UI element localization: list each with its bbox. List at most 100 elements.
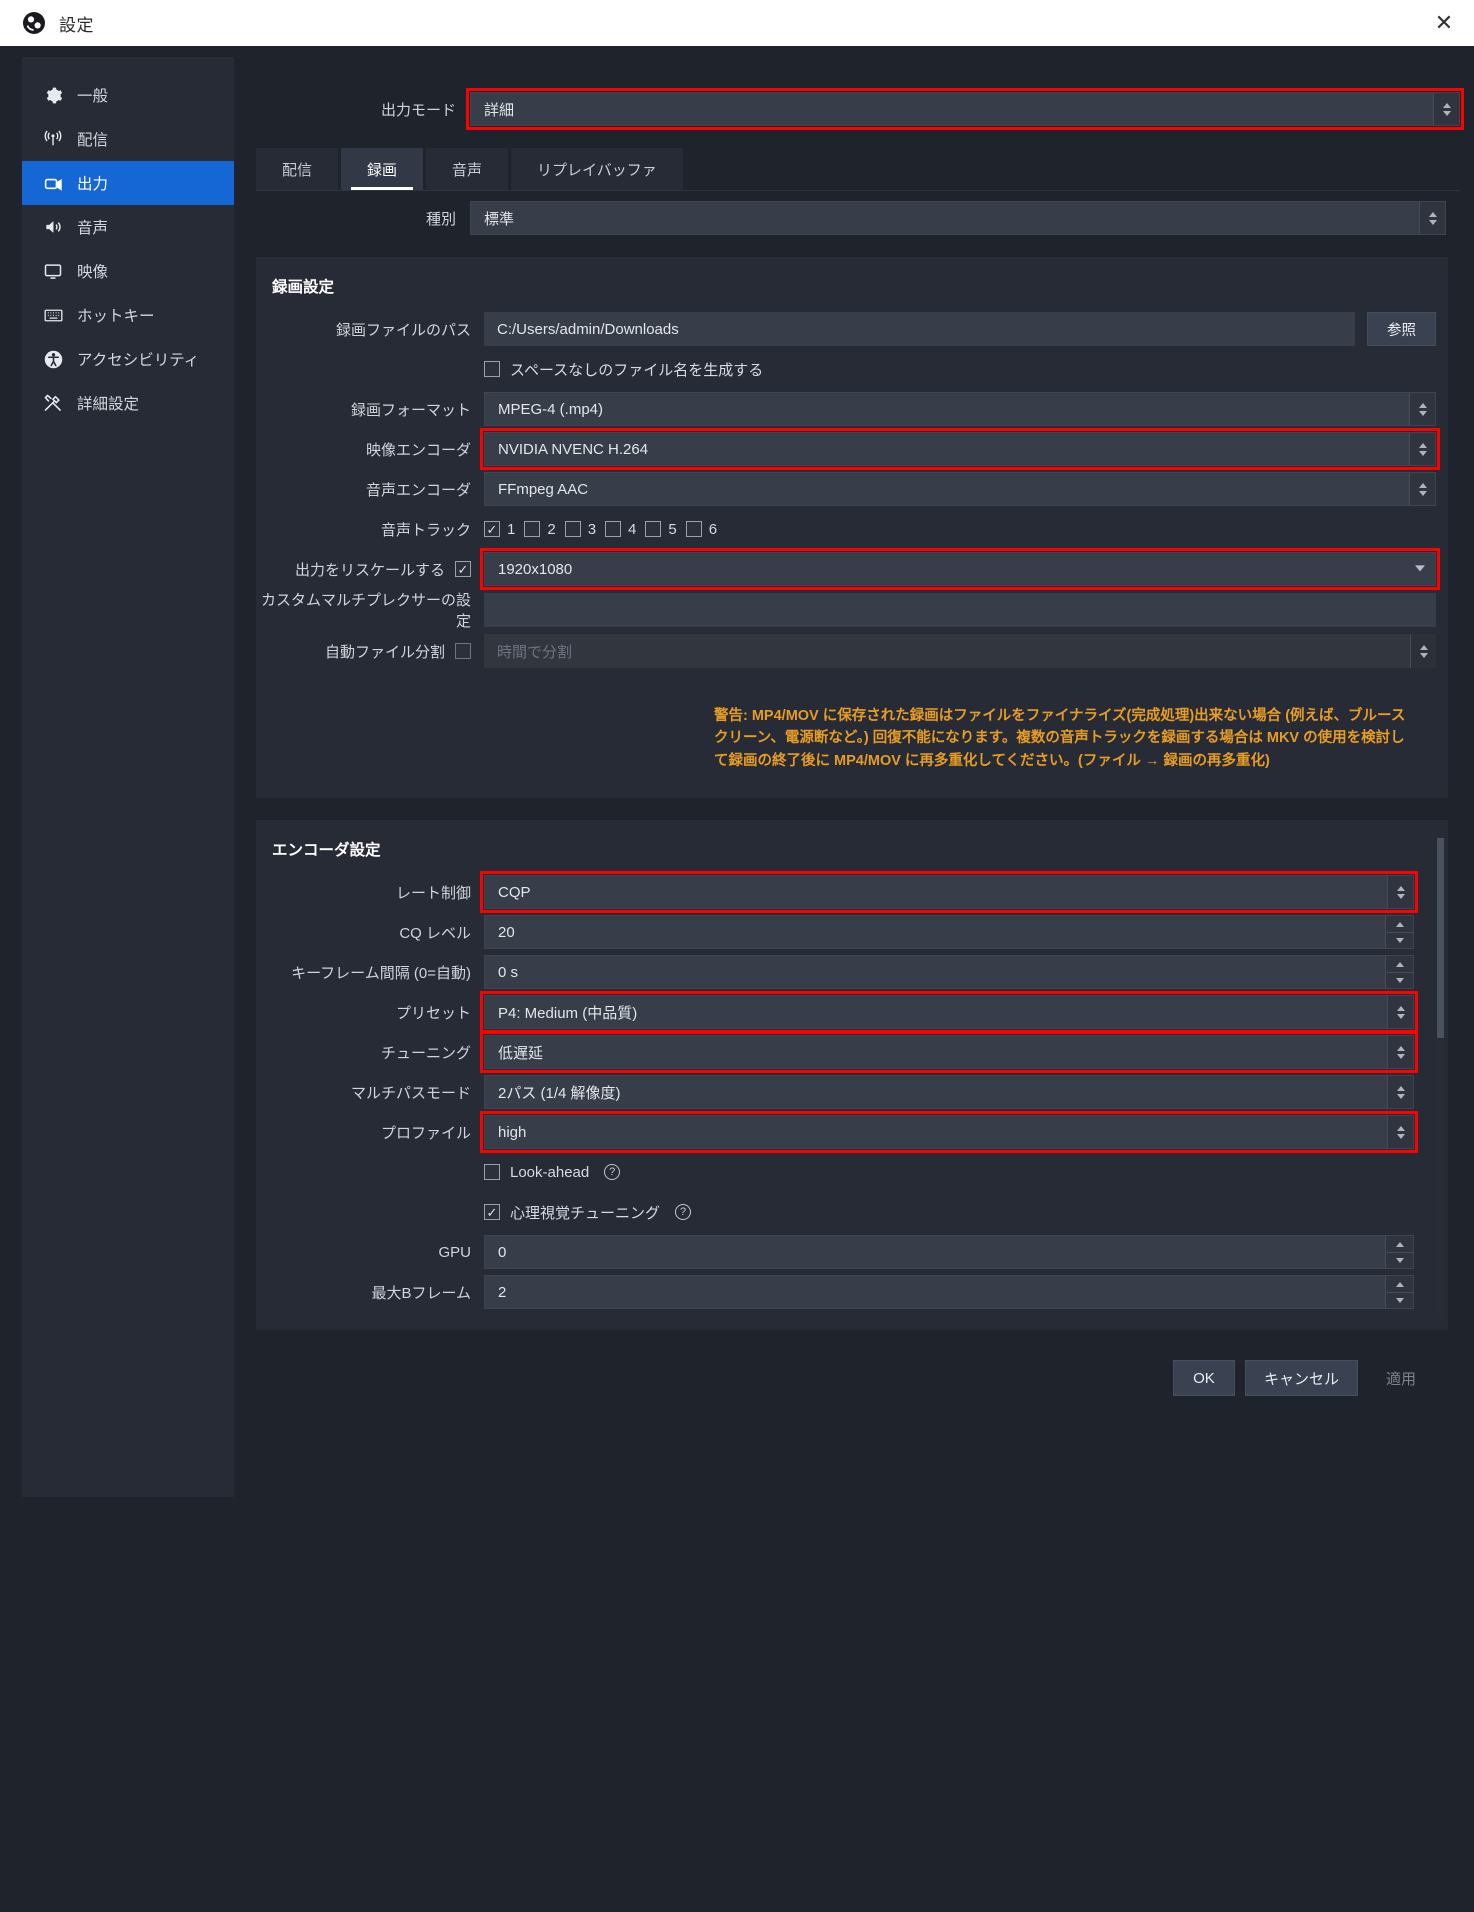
spin-buttons-icon[interactable] <box>1385 956 1413 989</box>
rate-control-select[interactable]: CQP <box>480 871 1418 914</box>
sidebar-item-audio[interactable]: 音声 <box>22 205 234 249</box>
sidebar-item-label: 一般 <box>77 88 109 105</box>
spin-buttons-icon[interactable] <box>1385 916 1413 949</box>
sidebar-item-general[interactable]: 一般 <box>22 73 234 117</box>
checkbox-icon[interactable] <box>484 1204 500 1221</box>
sidebar-item-output[interactable]: 出力 <box>22 161 234 205</box>
sidebar-item-stream[interactable]: 配信 <box>22 117 234 161</box>
spinner-arrows-icon[interactable] <box>1387 1076 1413 1109</box>
encoder-scrollbar[interactable] <box>1437 838 1444 1319</box>
checkbox-icon[interactable] <box>484 361 500 377</box>
close-icon[interactable]: ✕ <box>1414 0 1474 46</box>
audio-track-6[interactable]: 6 <box>685 521 717 538</box>
psycho-visual-tuning-label: 心理視覚チューニング <box>510 1204 661 1222</box>
cq-level-label: CQ レベル <box>399 924 471 942</box>
monitor-icon <box>42 260 64 282</box>
tab-recording[interactable]: 録画 <box>341 148 424 190</box>
audio-track-5[interactable]: 5 <box>645 521 677 538</box>
max-b-frames-input[interactable]: 2 <box>484 1275 1414 1310</box>
gpu-input[interactable]: 0 <box>484 1235 1414 1270</box>
checkbox-icon[interactable] <box>685 521 702 537</box>
recording-format-select[interactable]: MPEG-4 (.mp4) <box>484 392 1436 426</box>
audio-track-3[interactable]: 3 <box>564 521 596 538</box>
output-mode-select[interactable]: 詳細 <box>466 88 1464 130</box>
sidebar-item-advanced[interactable]: 詳細設定 <box>22 381 234 425</box>
recording-kind-select[interactable]: 標準 <box>470 201 1446 235</box>
encoder-scrollbar-thumb[interactable] <box>1437 838 1444 1039</box>
spinner-arrows-icon[interactable] <box>1419 202 1445 234</box>
tab-stream[interactable]: 配信 <box>256 148 339 190</box>
cq-level-row: CQ レベル 20 <box>256 912 1426 952</box>
checkbox-icon[interactable] <box>484 1164 500 1181</box>
spin-buttons-icon[interactable] <box>1385 1276 1413 1309</box>
tab-label: 配信 <box>282 161 313 179</box>
gpu-value: 0 <box>498 1243 507 1261</box>
broadcast-icon <box>42 128 64 150</box>
checkbox-icon[interactable] <box>524 521 541 537</box>
custom-muxer-input[interactable] <box>484 593 1436 627</box>
checkbox-icon[interactable] <box>564 521 581 537</box>
settings-content: 出力モード 詳細 配信 録画 音声 リプレイバッファ 種別 標準 録画設定 録画… <box>234 46 1474 1912</box>
ok-button[interactable]: OK <box>1172 1360 1235 1397</box>
spinner-arrows-icon[interactable] <box>1410 634 1436 668</box>
sidebar-item-hotkeys[interactable]: ホットキー <box>22 293 234 337</box>
chevron-down-icon[interactable] <box>1415 565 1425 572</box>
audio-track-label: 4 <box>628 520 637 538</box>
spinner-arrows-icon[interactable] <box>1409 433 1435 465</box>
no-space-filename-checkbox[interactable]: スペースなしのファイル名を生成する <box>484 359 1436 380</box>
recording-format-row: 録画フォーマット MPEG-4 (.mp4) <box>256 389 1448 429</box>
video-encoder-select[interactable]: NVIDIA NVENC H.264 <box>480 428 1440 470</box>
recording-kind-row: 種別 標準 <box>244 201 1460 235</box>
audio-track-1[interactable]: 1 <box>484 521 515 538</box>
tab-audio[interactable]: 音声 <box>426 148 509 190</box>
cq-level-input[interactable]: 20 <box>484 915 1414 950</box>
audio-encoder-select[interactable]: FFmpeg AAC <box>484 472 1436 506</box>
spinner-arrows-icon[interactable] <box>1387 876 1413 909</box>
checkbox-icon[interactable] <box>484 521 500 537</box>
rescale-resolution-select[interactable]: 1920x1080 <box>480 548 1440 590</box>
sidebar-item-video[interactable]: 映像 <box>22 249 234 293</box>
spinner-arrows-icon[interactable] <box>1387 1116 1413 1149</box>
cq-level-value: 20 <box>498 923 515 941</box>
profile-select[interactable]: high <box>480 1111 1418 1154</box>
output-camera-icon <box>42 172 64 194</box>
auto-split-checkbox[interactable] <box>455 643 471 659</box>
output-mode-row: 出力モード 詳細 <box>244 88 1464 130</box>
spinner-arrows-icon[interactable] <box>1409 473 1435 505</box>
spinner-arrows-icon[interactable] <box>1387 996 1413 1029</box>
rescale-output-checkbox[interactable] <box>455 561 471 577</box>
spinner-arrows-icon[interactable] <box>1433 93 1459 125</box>
cancel-button[interactable]: キャンセル <box>1244 1360 1358 1397</box>
settings-window: 設定 ✕ 一般 配信 出力 音声 映像 ホットキー アクセシビリティ 詳細設定 … <box>0 0 1474 1912</box>
audio-track-2[interactable]: 2 <box>524 521 556 538</box>
tab-replay-buffer[interactable]: リプレイバッファ <box>511 148 683 190</box>
sidebar-item-label: 映像 <box>77 264 109 281</box>
sidebar-item-label: ホットキー <box>77 308 155 325</box>
audio-encoder-row: 音声エンコーダ FFmpeg AAC <box>256 469 1448 509</box>
help-icon[interactable]: ? <box>675 1204 692 1221</box>
checkbox-icon[interactable] <box>605 521 622 537</box>
sidebar-item-accessibility[interactable]: アクセシビリティ <box>22 337 234 381</box>
tuning-select[interactable]: 低遅延 <box>480 1031 1418 1074</box>
auto-split-mode-value: 時間で分割 <box>497 643 573 661</box>
psycho-visual-tuning-checkbox[interactable]: 心理視覚チューニング ? <box>484 1202 1414 1223</box>
sidebar-item-label: 配信 <box>77 132 109 149</box>
browse-button[interactable]: 参照 <box>1367 312 1436 346</box>
recording-path-input[interactable]: C:/Users/admin/Downloads <box>484 312 1355 346</box>
spin-buttons-icon[interactable] <box>1385 1236 1413 1269</box>
look-ahead-checkbox[interactable]: Look-ahead ? <box>484 1164 1414 1181</box>
spinner-arrows-icon[interactable] <box>1409 393 1435 425</box>
keyboard-icon <box>42 304 64 326</box>
video-encoder-label: 映像エンコーダ <box>365 441 471 459</box>
sidebar-item-label: 詳細設定 <box>77 396 140 413</box>
multipass-mode-select[interactable]: 2パス (1/4 解像度) <box>484 1075 1414 1110</box>
spinner-arrows-icon[interactable] <box>1387 1036 1413 1069</box>
keyframe-interval-input[interactable]: 0 s <box>484 955 1414 990</box>
custom-muxer-row: カスタムマルチプレクサーの設定 <box>256 589 1448 631</box>
apply-button[interactable]: 適用 <box>1368 1360 1434 1396</box>
audio-track-4[interactable]: 4 <box>605 521 636 538</box>
preset-select[interactable]: P4: Medium (中品質) <box>480 991 1418 1034</box>
help-icon[interactable]: ? <box>604 1164 621 1181</box>
auto-split-mode-select[interactable]: 時間で分割 <box>484 634 1436 668</box>
checkbox-icon[interactable] <box>645 521 662 537</box>
